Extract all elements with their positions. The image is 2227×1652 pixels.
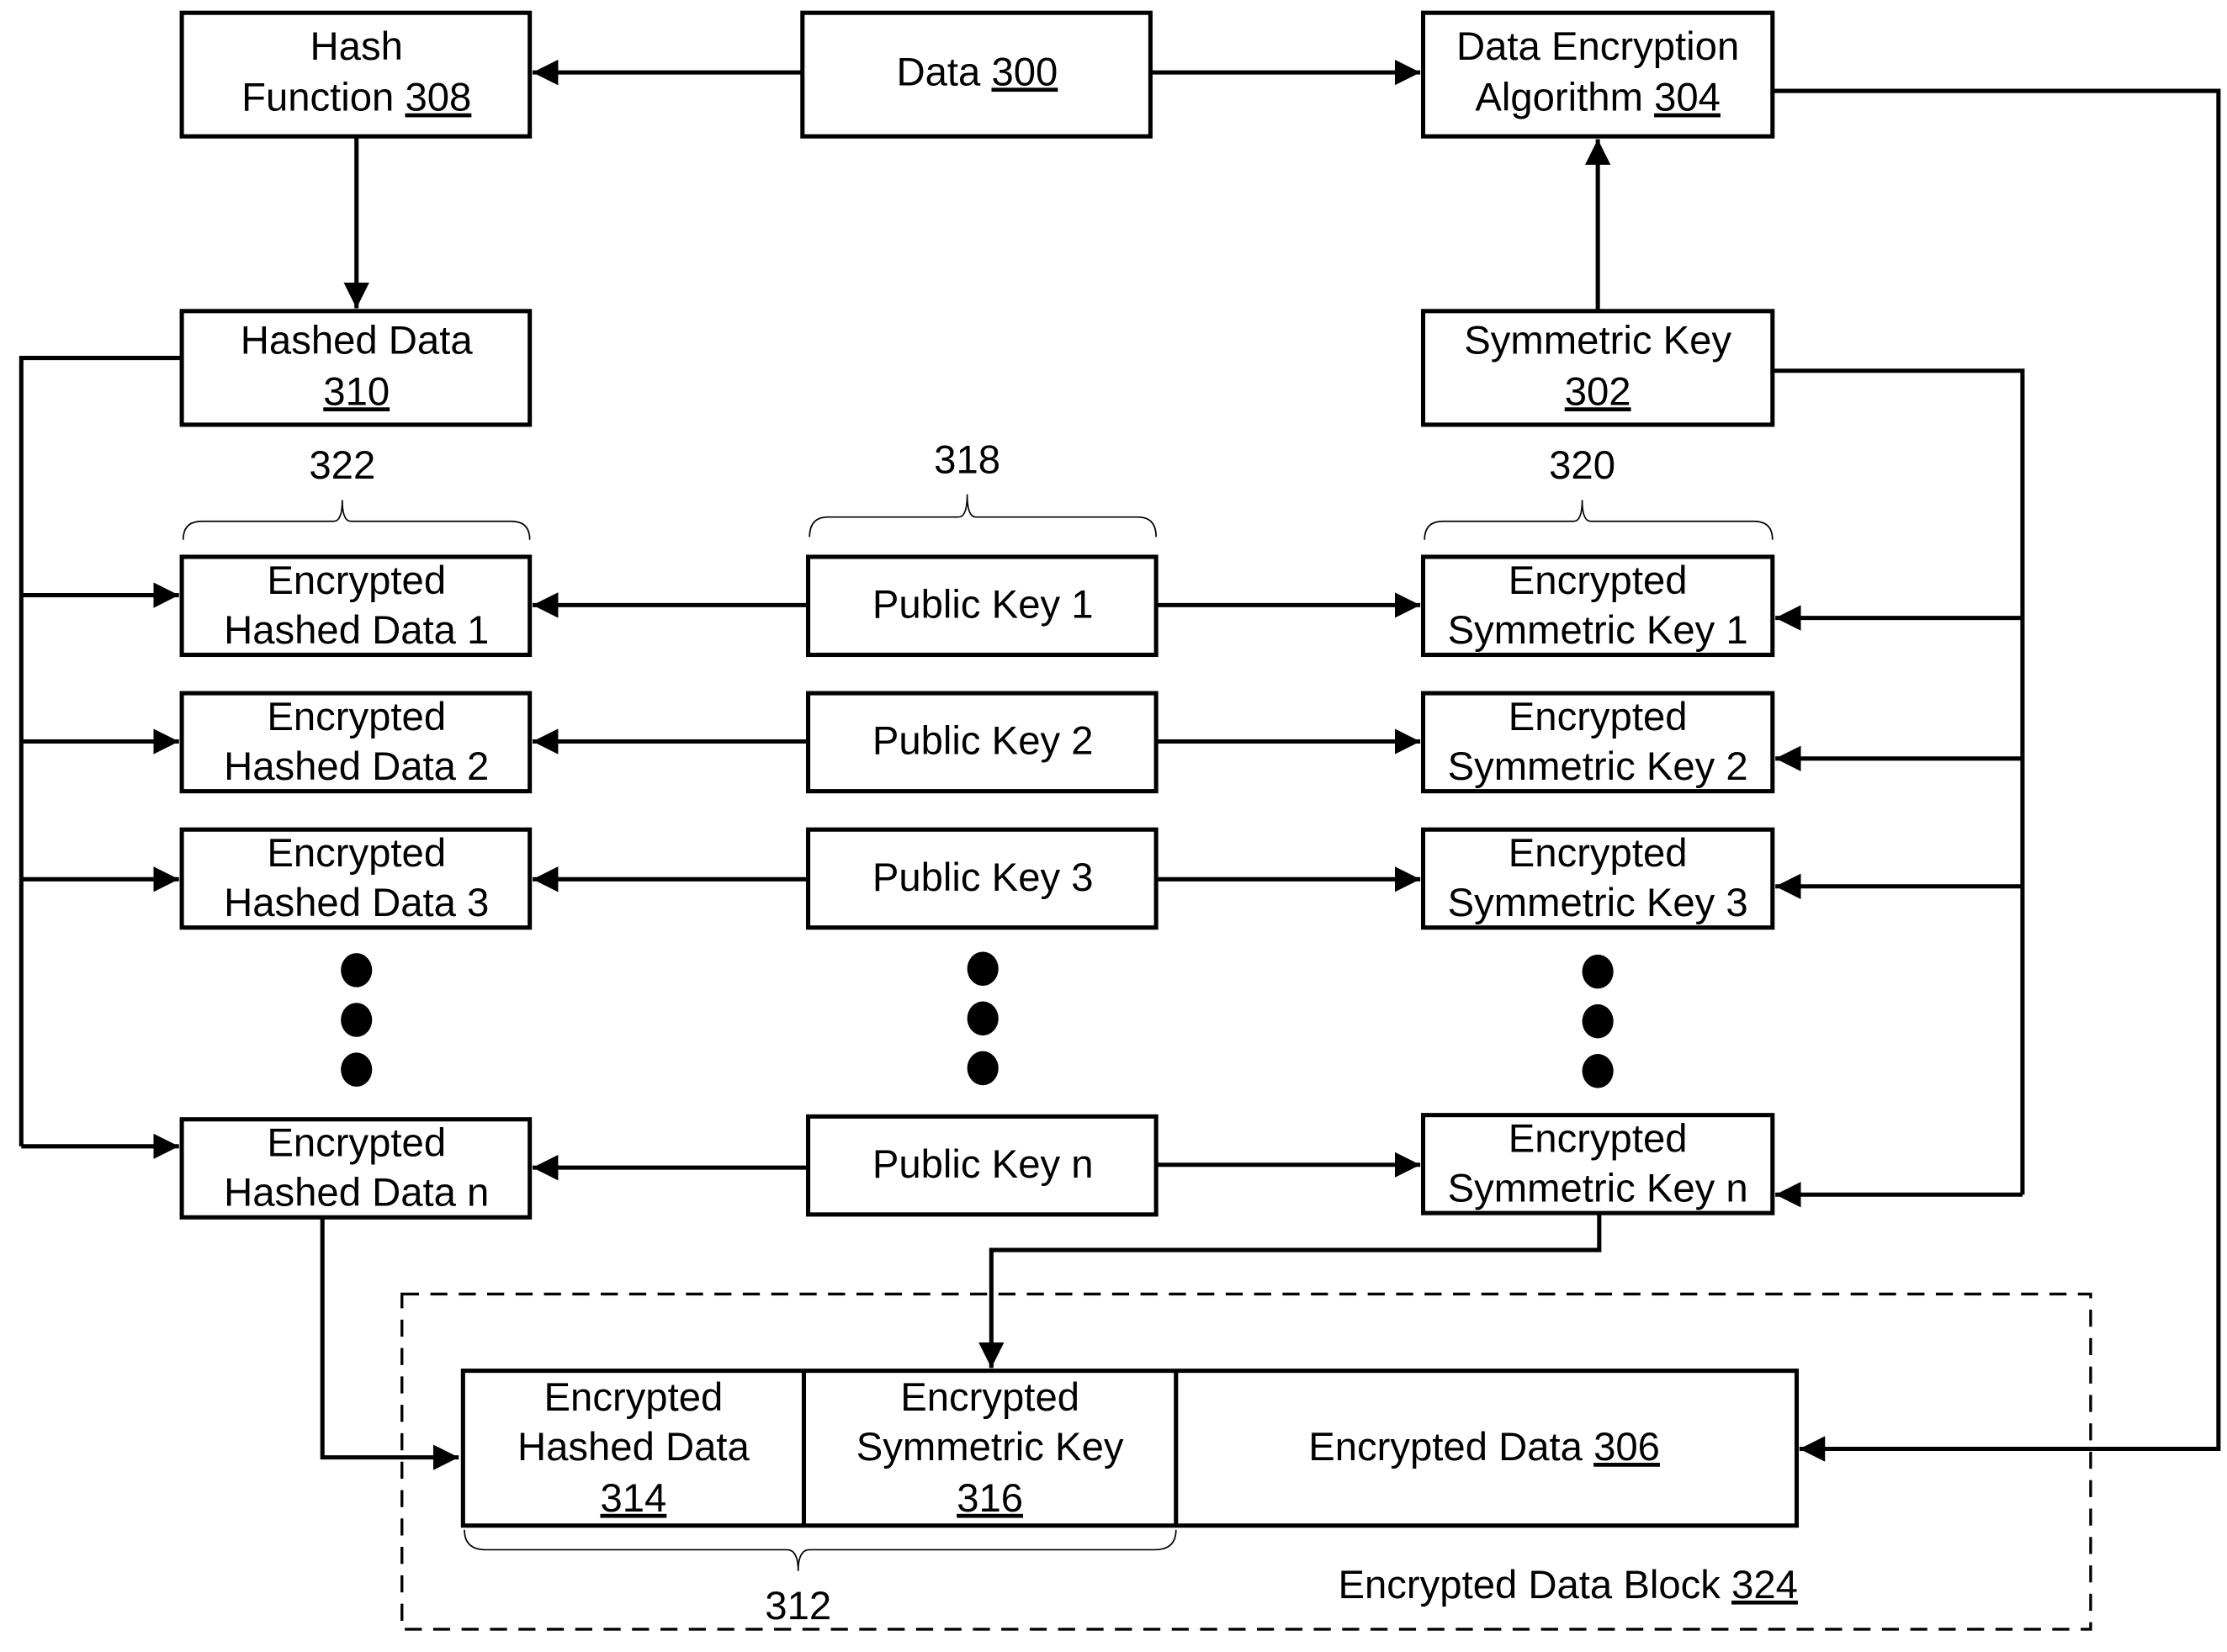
brace-312-shape [464, 1529, 1177, 1571]
public-key-3-label: Public Key 3 [872, 855, 1094, 900]
encrypted-hashed-data-2-line2: Hashed Data 2 [224, 744, 489, 789]
ellipsis-dot [1582, 1054, 1614, 1088]
hashed-data-bus [19, 356, 183, 1146]
block-encrypted-data-label: Encrypted Data [1308, 1425, 1583, 1469]
row-3: Encrypted Hashed Data 3 Public Key 3 Enc… [179, 827, 1775, 930]
encrypted-hashed-data-1-line2: Hashed Data 1 [224, 608, 489, 653]
arrow-eskn-to-block [978, 1214, 1602, 1369]
encrypted-data-block-ref: 324 [1731, 1563, 1798, 1607]
group-label-320: 320 [1549, 443, 1615, 488]
block-cell-encrypted-data: Encrypted Data 306 [1308, 1425, 1660, 1469]
arrow-encryption-to-encrypted-data [1772, 88, 2221, 1462]
encrypted-symmetric-key-1-line1: Encrypted [1509, 559, 1688, 603]
hash-function-ref: 308 [405, 76, 471, 120]
encrypted-hashed-data-2-line1: Encrypted [267, 695, 446, 739]
data-node: Data 300 [800, 10, 1153, 139]
ellipsis-dot [341, 1003, 373, 1037]
encrypted-symmetric-key-3-line2: Symmetric Key 3 [1448, 881, 1748, 925]
encrypted-data-block-label: Encrypted Data Block [1338, 1563, 1721, 1607]
brace-322-shape [182, 500, 531, 540]
data-label: Data [897, 50, 982, 94]
symmetric-key-ref: 302 [1565, 369, 1631, 414]
brace-318-shape [809, 494, 1157, 537]
encrypted-hashed-data-3-line1: Encrypted [267, 831, 446, 876]
symmetric-key-line1: Symmetric Key [1464, 318, 1731, 363]
ellipsis-dot [1582, 1003, 1614, 1039]
symmetric-key-bus [1772, 368, 2025, 1195]
hash-function-node: Hash Function 308 [179, 10, 533, 139]
public-key-n-label: Public Key n [872, 1142, 1094, 1187]
block-ehd-line1: Encrypted [544, 1375, 724, 1420]
hash-function-line1: Hash [310, 24, 403, 69]
encrypted-hashed-data-1-line1: Encrypted [267, 559, 446, 603]
group-label-322: 322 [309, 443, 375, 488]
ellipsis-dot [341, 1052, 373, 1087]
brace-320: 320 [1424, 443, 1774, 540]
public-key-2-label: Public Key 2 [872, 719, 1094, 764]
group-label-318: 318 [934, 437, 1000, 482]
ellipsis-right [1582, 954, 1614, 1088]
hashed-data-line1: Hashed Data [241, 318, 474, 363]
encrypted-symmetric-key-2-line1: Encrypted [1509, 695, 1688, 739]
arrow-ehdn-to-block [320, 1218, 459, 1470]
svg-text:Data 300: Data 300 [897, 50, 1058, 94]
ellipsis-dot [1582, 954, 1614, 989]
ellipsis-dot [967, 1001, 999, 1036]
encrypted-hashed-data-n-line2: Hashed Data n [224, 1171, 489, 1215]
hashed-data-node: Hashed Data 310 [179, 309, 533, 427]
ellipsis-dot [341, 953, 373, 987]
row-n: Encrypted Hashed Data n Public Key n Enc… [179, 1113, 1775, 1220]
symmetric-key-node: Symmetric Key 302 [1420, 309, 1775, 427]
encrypted-symmetric-key-n-line1: Encrypted [1509, 1117, 1688, 1162]
brace-320-shape [1424, 500, 1774, 540]
svg-text:Algorithm 304: Algorithm 304 [1475, 76, 1721, 120]
encrypted-symmetric-key-3-line1: Encrypted [1509, 831, 1688, 876]
encrypted-symmetric-key-1-line2: Symmetric Key 1 [1448, 608, 1748, 653]
row-2: Encrypted Hashed Data 2 Public Key 2 Enc… [179, 691, 1775, 794]
row-1: Encrypted Hashed Data 1 Public Key 1 Enc… [179, 554, 1775, 658]
block-esk-line1: Encrypted [900, 1375, 1079, 1420]
block-esk-line2: Symmetric Key [856, 1425, 1124, 1469]
brace-318: 318 [809, 437, 1157, 537]
encrypted-hashed-data-3-line2: Hashed Data 3 [224, 881, 489, 925]
public-key-1-label: Public Key 1 [872, 583, 1094, 627]
group-label-312: 312 [765, 1584, 831, 1628]
block-ehd-ref: 314 [600, 1476, 666, 1521]
ellipsis-dot [967, 951, 999, 986]
brace-322: 322 [182, 443, 531, 540]
block-ehd-line2: Hashed Data [517, 1425, 750, 1469]
encryption-algorithm-ref: 304 [1654, 76, 1721, 120]
encrypted-symmetric-key-2-line2: Symmetric Key 2 [1448, 744, 1748, 789]
block-encrypted-data-ref: 306 [1593, 1425, 1660, 1469]
hash-function-line2: Function [241, 76, 394, 120]
ellipsis-middle [967, 951, 999, 1086]
hashed-data-ref: 310 [323, 369, 390, 414]
ellipsis-left [341, 953, 373, 1087]
encryption-algorithm-node: Data Encryption Algorithm 304 [1420, 10, 1775, 139]
encryption-diagram: Hash Function 308 Data 300 Data Encrypti… [19, 10, 2221, 1631]
svg-text:Function 308: Function 308 [241, 76, 471, 120]
encryption-algorithm-line1: Data Encryption [1456, 24, 1739, 69]
encryption-algorithm-line2: Algorithm [1475, 76, 1643, 120]
svg-text:Encrypted Data 306: Encrypted Data 306 [1308, 1425, 1660, 1469]
data-ref: 300 [991, 50, 1058, 94]
block-esk-ref: 316 [957, 1476, 1023, 1521]
encrypted-hashed-data-n-line1: Encrypted [267, 1121, 446, 1166]
encrypted-data-block: Encrypted Hashed Data 314 Encrypted Symm… [400, 1292, 2092, 1631]
svg-text:Encrypted Data Block 324: Encrypted Data Block 324 [1338, 1563, 1797, 1607]
ellipsis-dot [967, 1051, 999, 1086]
encrypted-symmetric-key-n-line2: Symmetric Key n [1448, 1167, 1748, 1211]
